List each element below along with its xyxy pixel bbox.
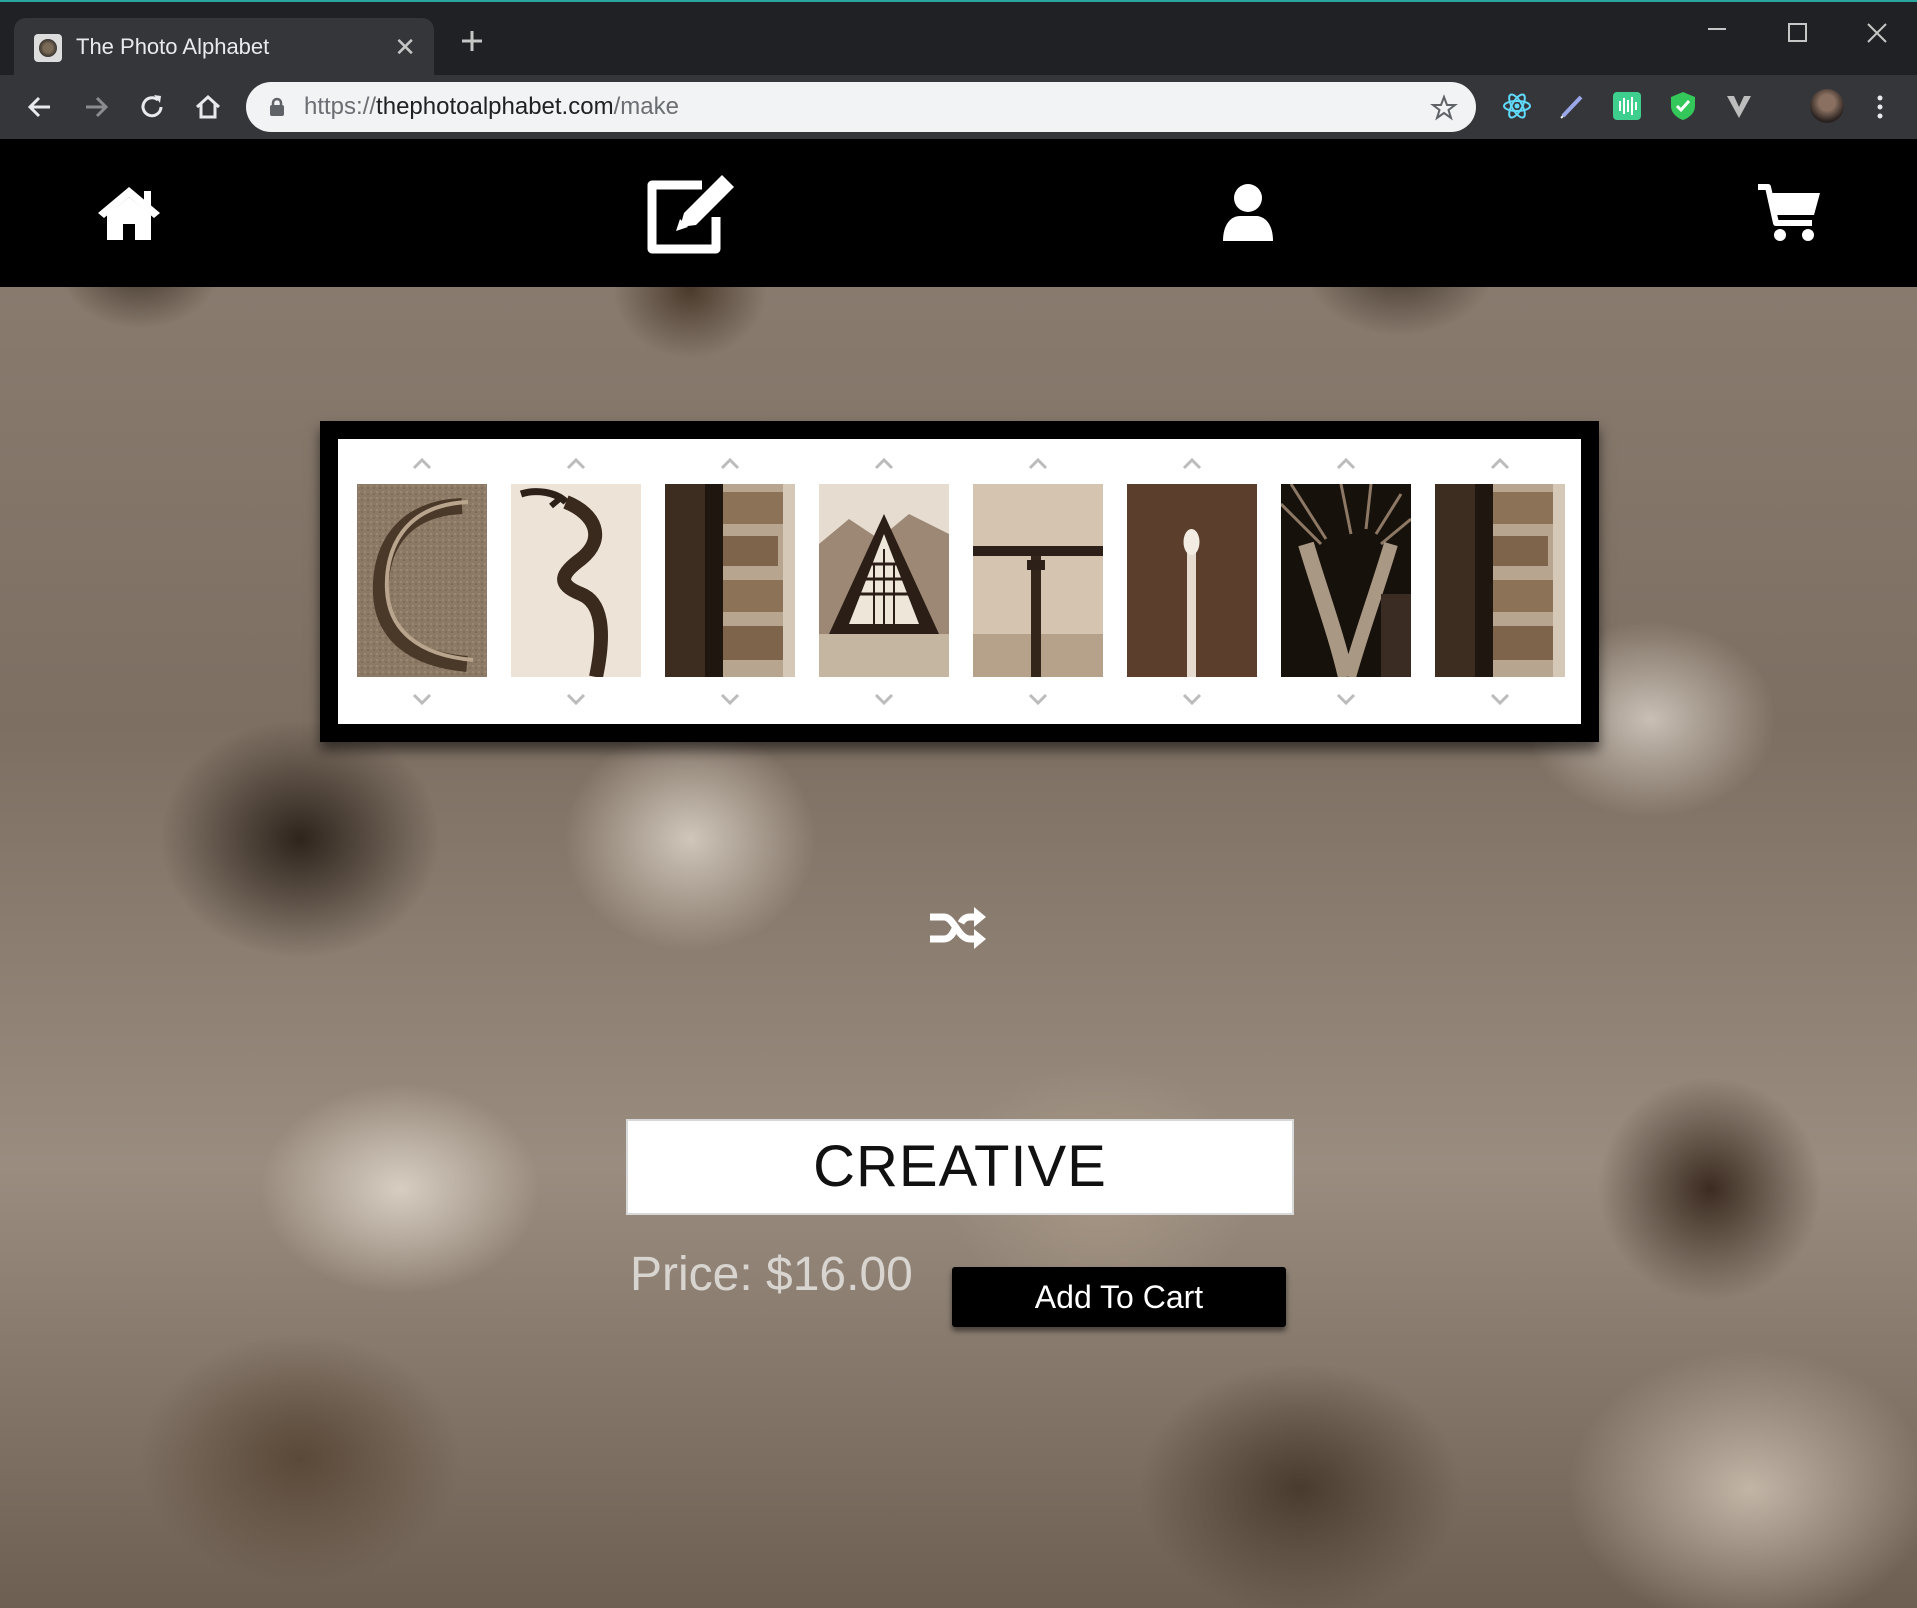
previous-photo-arrow-icon[interactable] [719,457,741,471]
letter-photo-a [819,484,949,677]
letter-photo-r [511,484,641,677]
next-photo-arrow-icon[interactable] [1489,692,1511,706]
reload-icon[interactable] [134,89,170,125]
audio-extension-icon[interactable] [1610,89,1644,123]
lock-icon [270,97,284,116]
letter-photo-c [357,484,487,677]
back-icon[interactable] [22,89,58,125]
previous-photo-arrow-icon[interactable] [1181,457,1203,471]
letter-slot-i [1127,439,1257,724]
next-photo-arrow-icon[interactable] [1335,692,1357,706]
next-photo-arrow-icon[interactable] [873,692,895,706]
browser-toolbar: https://thephotoalphabet.com/make [0,75,1917,139]
url-text: https://thephotoalphabet.com/make [304,93,679,121]
browser-tab-strip: The Photo Alphabet ✕ [0,0,1917,77]
edit-icon[interactable] [642,169,742,257]
letter-photo-v [1281,484,1411,677]
next-photo-arrow-icon[interactable] [1181,692,1203,706]
previous-photo-arrow-icon[interactable] [1335,457,1357,471]
previous-photo-arrow-icon[interactable] [873,457,895,471]
minimize-icon[interactable] [1700,16,1734,50]
profile-avatar[interactable] [1810,89,1844,123]
url-host: thephotoalphabet.com [376,93,614,120]
forward-icon[interactable] [78,89,114,125]
window-close-icon[interactable] [1860,16,1894,50]
letter-photo-e-2 [1435,484,1565,677]
frame-mat [338,439,1581,724]
home-browser-icon[interactable] [190,89,226,125]
react-devtools-extension-icon[interactable] [1500,89,1534,123]
previous-photo-arrow-icon[interactable] [1489,457,1511,471]
url-path: /make [613,93,679,120]
price-label: Price: $16.00 [630,1248,913,1301]
shuffle-icon[interactable] [928,903,988,953]
letter-slot-r [511,439,641,724]
next-photo-arrow-icon[interactable] [411,692,433,706]
url-scheme: https:// [304,93,377,120]
word-input[interactable]: CREATIVE [626,1119,1294,1215]
tab-title: The Photo Alphabet [76,34,270,59]
browser-tab[interactable]: The Photo Alphabet ✕ [14,18,434,77]
next-photo-arrow-icon[interactable] [565,692,587,706]
site-favicon-icon [34,34,62,62]
previous-photo-arrow-icon[interactable] [1027,457,1049,471]
maximize-icon[interactable] [1780,16,1814,50]
add-to-cart-button[interactable]: Add To Cart [952,1267,1286,1327]
letter-slot-e-2 [1435,439,1565,724]
home-icon[interactable] [96,185,162,241]
cart-icon[interactable] [1756,183,1822,243]
blurred-letter-background [0,139,1917,1608]
letter-slot-e [665,439,795,724]
new-tab-icon[interactable] [455,24,489,58]
user-icon[interactable] [1222,183,1274,243]
address-bar[interactable]: https://thephotoalphabet.com/make [246,82,1476,132]
v-extension-icon[interactable] [1722,89,1756,123]
photo-frame [320,421,1599,742]
letter-slot-a [819,439,949,724]
tab-close-icon[interactable]: ✕ [394,32,416,62]
menu-kebab-icon[interactable] [1870,89,1890,125]
previous-photo-arrow-icon[interactable] [411,457,433,471]
page-content: CREATIVE Price: $16.00 Add To Cart [0,139,1917,1608]
letter-slot-c [357,439,487,724]
letter-slot-t [973,439,1103,724]
letter-photo-e [665,484,795,677]
bookmark-star-icon[interactable] [1430,94,1458,122]
shield-extension-icon[interactable] [1666,89,1700,123]
site-navbar [0,139,1917,287]
previous-photo-arrow-icon[interactable] [565,457,587,471]
next-photo-arrow-icon[interactable] [719,692,741,706]
letter-photo-i [1127,484,1257,677]
letter-slot-v [1281,439,1411,724]
next-photo-arrow-icon[interactable] [1027,692,1049,706]
letter-photo-t [973,484,1103,677]
pen-extension-icon[interactable] [1555,89,1589,123]
